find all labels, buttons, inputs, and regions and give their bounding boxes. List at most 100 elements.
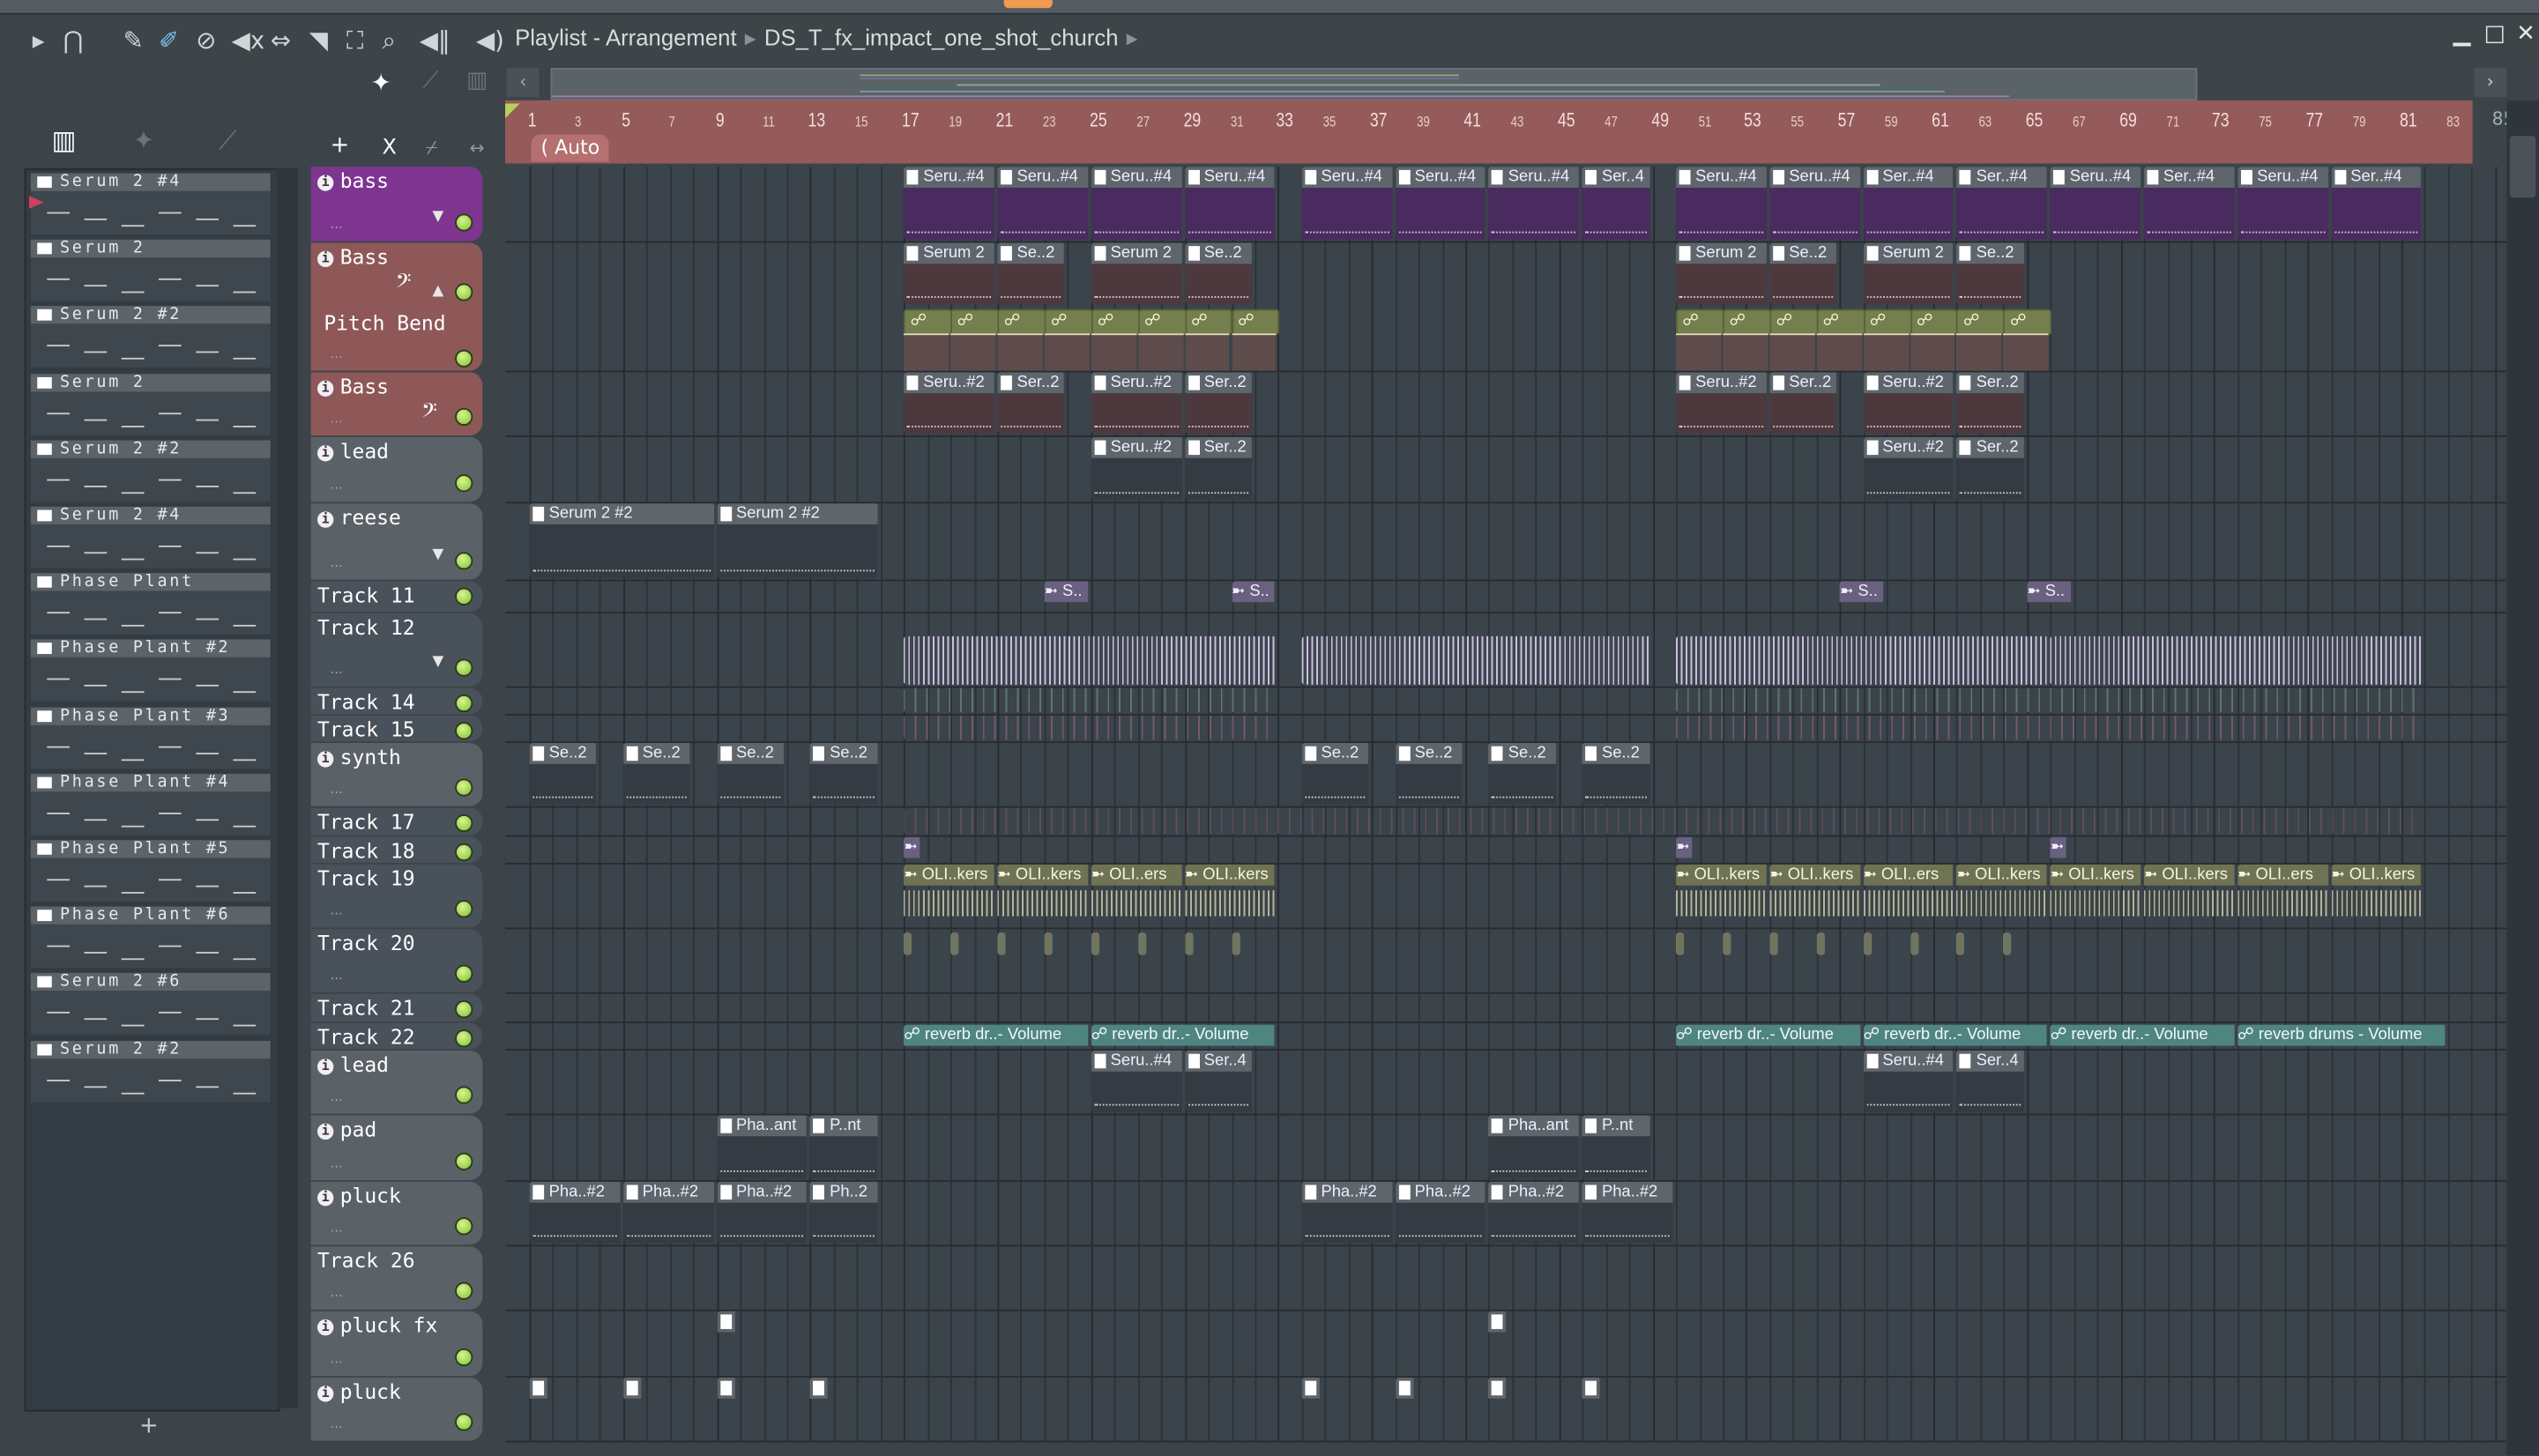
track-options-dots[interactable]: ... xyxy=(331,1221,343,1236)
track-header[interactable]: Track 18 xyxy=(310,836,483,863)
track-info-icon[interactable]: i xyxy=(316,751,334,768)
track-enable-led[interactable] xyxy=(455,213,473,232)
ruler-bar-number[interactable]: 15 xyxy=(855,114,868,130)
track-enable-led[interactable] xyxy=(455,1413,473,1431)
clip-auto[interactable]: ☍ xyxy=(1910,308,1959,336)
track-enable-led[interactable] xyxy=(455,407,473,427)
track-name[interactable]: Track 17 xyxy=(317,809,415,834)
track-name[interactable]: i pluck fx xyxy=(316,1313,437,1337)
track-lane[interactable]: ➼ S.. ➼ S.. ➼ S.. ➼ S.. xyxy=(505,581,2507,614)
clip-audiohdr[interactable]: ➼ xyxy=(2050,836,2067,862)
track-enable-led[interactable] xyxy=(455,778,473,797)
track-lane[interactable] xyxy=(505,1311,2507,1378)
clip-olive[interactable]: ➼ OLI..kers xyxy=(2143,864,2236,926)
ruler-bar-number[interactable]: 65 xyxy=(2025,108,2043,131)
track-lane[interactable]: ➼ ➼ ➼ xyxy=(505,836,2507,865)
track-name[interactable]: i pluck xyxy=(316,1184,401,1207)
track-enable-led[interactable] xyxy=(455,1086,473,1104)
clip-olive[interactable]: ➼ OLI..kers xyxy=(1184,864,1277,926)
mute-icon[interactable]: ◀x xyxy=(232,27,265,53)
clip-auto[interactable]: ☍ xyxy=(1091,308,1140,336)
picker-item[interactable]: Phase Plant #2 xyxy=(30,640,271,702)
track-name[interactable]: Track 12 xyxy=(317,615,415,640)
clip-tick[interactable] xyxy=(1769,932,1778,955)
clip-mini[interactable] xyxy=(1582,1378,1602,1400)
audio-wave-icon[interactable]: ✦ xyxy=(371,68,391,97)
zoom-icon[interactable]: ⌕ xyxy=(382,27,395,53)
clip-lines[interactable] xyxy=(904,715,1277,740)
ruler-bar-number[interactable]: 29 xyxy=(1183,108,1201,131)
picker-item[interactable]: Phase Plant #4 xyxy=(30,773,271,836)
clip-pattern[interactable]: Ser..#4 xyxy=(1956,167,2049,240)
track-header[interactable]: i pad... xyxy=(310,1115,483,1180)
clip-mini[interactable] xyxy=(1395,1378,1415,1400)
clip-olive[interactable]: ➼ OLI..kers xyxy=(2331,864,2423,926)
clip-pattern[interactable]: Seru..#4 xyxy=(904,167,995,240)
clip-teal[interactable]: ☍ reverb dr..- Volume xyxy=(1091,1024,1277,1048)
clip-audiohdr[interactable]: ➼ xyxy=(1676,836,1693,862)
clip-pattern[interactable]: Ser..4 xyxy=(1582,167,1651,240)
clip-pattern[interactable]: Ser..4 xyxy=(1956,1051,2026,1112)
clip-pattern[interactable]: Seru..#4 xyxy=(1395,167,1487,240)
picker-item[interactable]: Serum 2 #2 xyxy=(30,1040,271,1103)
track-header[interactable]: Track 26... xyxy=(310,1246,483,1310)
clip-tick[interactable] xyxy=(1231,932,1240,955)
clip-pattern[interactable]: Se..2 xyxy=(716,743,786,805)
track-options-dots[interactable]: ... xyxy=(331,662,343,677)
clip-auto[interactable]: ☍ xyxy=(1863,308,1912,336)
playback-icon[interactable]: ◀‖ xyxy=(420,27,450,53)
automation-icon[interactable]: ⟋ xyxy=(422,68,438,93)
clip-pattern[interactable]: Ser..4 xyxy=(1184,1051,1254,1112)
track-enable-led[interactable] xyxy=(455,658,473,677)
clip-pattern[interactable]: Ser..2 xyxy=(1956,436,2026,501)
magnet-snap-icon[interactable]: ⋂ xyxy=(63,27,84,53)
slip-icon[interactable]: ⇔ xyxy=(271,27,291,53)
track-options-dots[interactable]: ... xyxy=(331,1089,343,1104)
clip-auto[interactable]: ☍ xyxy=(1769,308,1819,336)
track-lane[interactable]: Seru..#4 Seru..#4 Seru..#4 Seru..#4 Seru..#4… xyxy=(505,167,2507,243)
clip-pattern[interactable]: Serum 2 xyxy=(1863,242,1955,305)
clip-pattern[interactable]: Seru..#4 xyxy=(2050,167,2142,240)
clip-pattern[interactable]: Seru..#4 xyxy=(1301,167,1393,240)
track-header[interactable]: Track 14 xyxy=(310,687,483,714)
clip-teal[interactable]: ☍ reverb drums - Volume xyxy=(2237,1024,2446,1048)
clip-pattern[interactable]: Se..2 xyxy=(1301,743,1370,805)
clip-pattern[interactable]: Ser..#4 xyxy=(1863,167,1955,240)
track-options-dots[interactable]: ... xyxy=(331,782,343,797)
picker-item[interactable]: Serum 2 xyxy=(30,240,271,301)
clip-pattern[interactable]: Pha..#2 xyxy=(716,1181,808,1244)
track-lane[interactable]: Pha..#2 Pha..#2 Pha..#2 Ph..2 Pha..#2 Pha..#2… xyxy=(505,1181,2507,1247)
track-header[interactable]: Track 21 xyxy=(310,993,483,1021)
clip-auto[interactable]: ☍ xyxy=(1723,308,1772,336)
track-lane[interactable] xyxy=(505,929,2507,994)
chevron-right-icon[interactable]: ▸ xyxy=(1127,25,1138,50)
track-header[interactable]: i pluck fx... xyxy=(310,1311,483,1377)
track-header[interactable]: i synth... xyxy=(310,743,483,806)
track-options-dots[interactable]: ... xyxy=(331,555,343,570)
ruler-bar-number[interactable]: 21 xyxy=(996,108,1014,131)
clip-teal[interactable]: ☍ reverb dr..- Volume xyxy=(1676,1024,1861,1048)
track-header[interactable]: i pluck... xyxy=(310,1181,483,1245)
clip-auto[interactable]: ☍ xyxy=(1231,308,1280,336)
clip-pattern[interactable]: Pha..ant xyxy=(716,1115,808,1179)
ruler-bar-number[interactable]: 11 xyxy=(762,114,774,130)
track-name[interactable]: i synth xyxy=(316,745,401,769)
clip-olive[interactable]: ➼ OLI..kers xyxy=(1769,864,1861,926)
track-header[interactable]: i lead... xyxy=(310,436,483,502)
clip-teal[interactable]: ☍ reverb dr..- Volume xyxy=(1863,1024,2048,1048)
track-name[interactable]: i reese xyxy=(316,505,401,530)
clip-pattern[interactable]: Ser..2 xyxy=(997,372,1066,435)
clip-pattern[interactable]: Seru..#4 xyxy=(1769,167,1861,240)
dropdown-arrow-icon[interactable]: ▼ xyxy=(433,209,444,225)
track-info-icon[interactable]: i xyxy=(316,1059,334,1075)
track-lane[interactable] xyxy=(505,807,2507,837)
clip-pattern[interactable]: Pha..#2 xyxy=(1488,1181,1581,1244)
track-enable-led[interactable] xyxy=(455,474,473,493)
clip-pattern[interactable]: Ph..2 xyxy=(810,1181,879,1244)
track-header[interactable]: i reese... ▼ xyxy=(310,503,483,580)
scroll-right-button[interactable]: › xyxy=(2474,68,2507,98)
clip-wave[interactable] xyxy=(2050,635,2424,685)
clip-audiohdr[interactable]: ➼ S.. xyxy=(1044,581,1089,605)
clip-tick[interactable] xyxy=(1910,932,1918,955)
track-options-dots[interactable]: ... xyxy=(331,968,343,983)
